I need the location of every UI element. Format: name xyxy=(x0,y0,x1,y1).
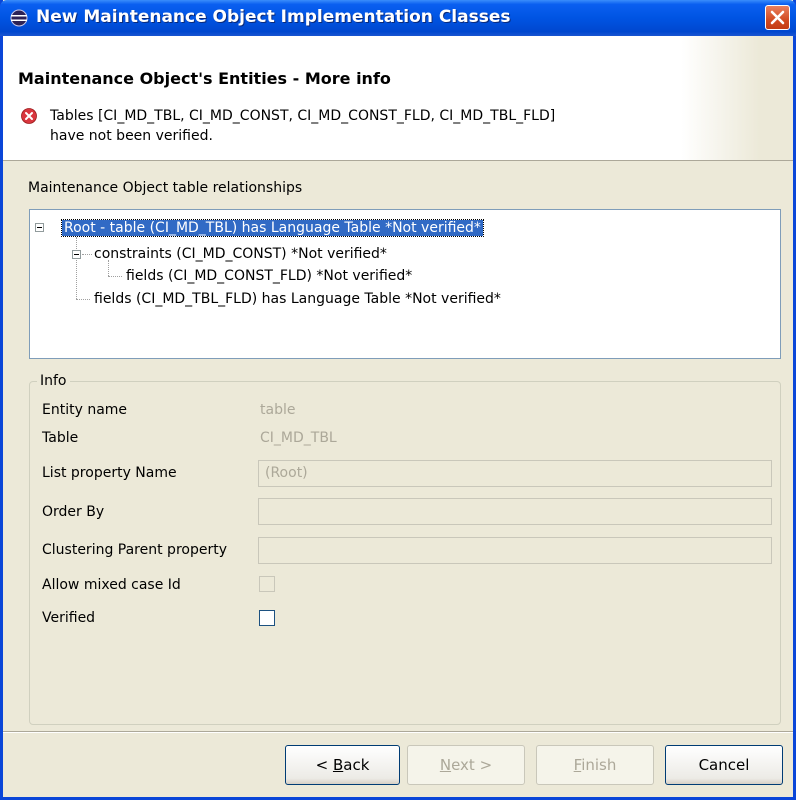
close-icon xyxy=(770,10,785,25)
table-value: CI_MD_TBL xyxy=(260,430,337,446)
finish-rest: inish xyxy=(581,756,617,774)
error-message-line-2: have not been verified. xyxy=(50,128,213,144)
tree-node-tbl-fields-label: fields (CI_MD_TBL_FLD) has Language Tabl… xyxy=(94,291,501,307)
error-icon xyxy=(21,108,37,124)
close-button[interactable] xyxy=(765,5,790,30)
finish-button[interactable]: Finish xyxy=(536,745,654,785)
collapse-constraints-icon[interactable] xyxy=(72,250,81,259)
tree-line xyxy=(82,254,92,256)
page-title: Maintenance Object's Entities - More inf… xyxy=(18,69,391,88)
tree-node-constraints-label: constraints (CI_MD_CONST) *Not verified* xyxy=(94,246,387,262)
mixed-case-label: Allow mixed case Id xyxy=(42,577,181,593)
collapse-root-icon[interactable] xyxy=(35,223,44,232)
verified-label: Verified xyxy=(42,610,96,626)
entity-name-label: Entity name xyxy=(42,402,128,418)
relationships-tree[interactable]: Root - table (CI_MD_TBL) has Language Ta… xyxy=(29,209,781,359)
order-by-label: Order By xyxy=(42,504,105,520)
entity-name-value: table xyxy=(260,402,296,418)
list-property-field[interactable]: (Root) xyxy=(258,460,772,487)
order-by-field[interactable] xyxy=(258,498,772,525)
relationships-label: Maintenance Object table relationships xyxy=(28,180,303,196)
tree-line xyxy=(76,237,78,299)
eclipse-icon xyxy=(10,9,28,27)
title-bar[interactable]: New Maintenance Object Implementation Cl… xyxy=(0,0,796,36)
back-rest: ack xyxy=(343,756,370,774)
tree-node-const-fields[interactable]: fields (CI_MD_CONST_FLD) *Not verified* xyxy=(124,266,414,286)
wizard-window: New Maintenance Object Implementation Cl… xyxy=(0,0,796,800)
cancel-button[interactable]: Cancel xyxy=(665,745,783,785)
tree-node-tbl-fields[interactable]: fields (CI_MD_TBL_FLD) has Language Tabl… xyxy=(92,289,503,309)
tree-line xyxy=(108,276,122,278)
tree-line xyxy=(76,299,90,301)
error-message: Tables [CI_MD_TBL, CI_MD_CONST, CI_MD_CO… xyxy=(50,106,555,146)
clustering-parent-field[interactable] xyxy=(258,537,772,564)
table-label: Table xyxy=(42,430,79,446)
info-group-title: Info xyxy=(37,373,70,389)
window-title: New Maintenance Object Implementation Cl… xyxy=(36,7,511,27)
next-mnemonic: N xyxy=(439,756,452,774)
verified-checkbox[interactable] xyxy=(259,610,275,626)
next-button[interactable]: Next > xyxy=(407,745,525,785)
button-bar-divider xyxy=(3,731,793,733)
back-button[interactable]: < Back xyxy=(285,745,400,785)
list-property-label: List property Name xyxy=(42,465,177,481)
tree-node-root-label: Root - table (CI_MD_TBL) has Language Ta… xyxy=(61,219,484,237)
tree-node-root[interactable]: Root - table (CI_MD_TBL) has Language Ta… xyxy=(61,218,484,238)
header-banner-image xyxy=(681,36,793,160)
tree-node-const-fields-label: fields (CI_MD_CONST_FLD) *Not verified* xyxy=(126,268,413,284)
next-rest: ext > xyxy=(451,756,493,774)
error-message-line-1: Tables [CI_MD_TBL, CI_MD_CONST, CI_MD_CO… xyxy=(50,108,556,124)
tree-node-constraints[interactable]: constraints (CI_MD_CONST) *Not verified* xyxy=(92,244,389,264)
back-mnemonic: B xyxy=(332,756,344,774)
clustering-parent-label: Clustering Parent property xyxy=(42,542,227,558)
mixed-case-checkbox[interactable] xyxy=(259,576,275,592)
back-prefix: < xyxy=(315,756,333,774)
